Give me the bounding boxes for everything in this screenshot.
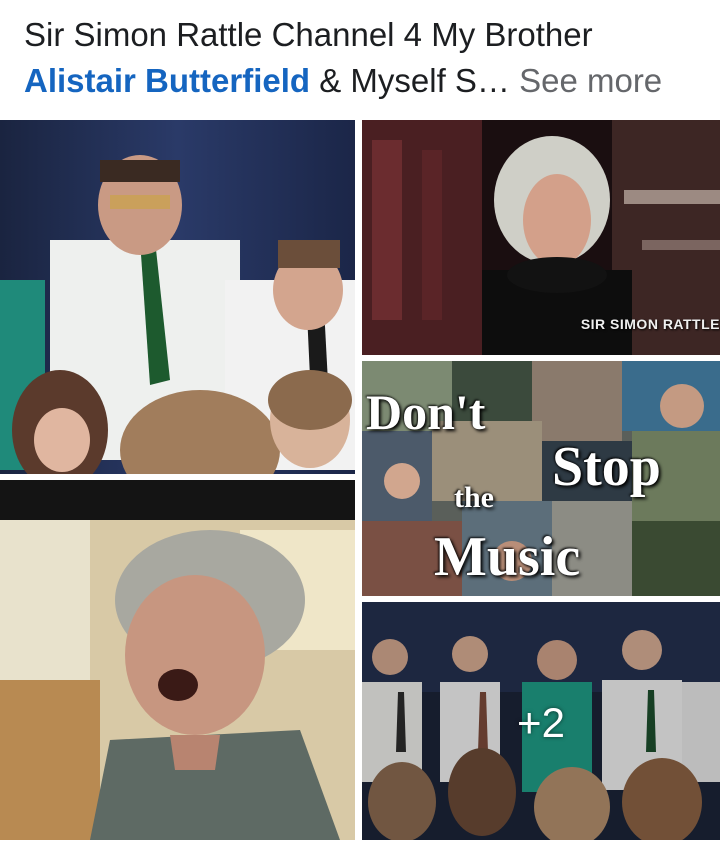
- conductor-name-caption: SIR SIMON RATTLE: [580, 316, 720, 332]
- title-word-dont: Don't: [366, 384, 486, 440]
- post-text: Sir Simon Rattle Channel 4 My Brother Al…: [24, 12, 714, 104]
- see-more-link[interactable]: See more: [519, 62, 662, 99]
- more-photos-overlay[interactable]: +2: [362, 602, 720, 840]
- photo-choir-group[interactable]: +2: [362, 602, 720, 840]
- post-text-line-1: Sir Simon Rattle Channel 4 My Brother: [24, 16, 593, 53]
- choir-singers-image: [0, 120, 355, 474]
- conductor-closeup-image: [0, 480, 355, 840]
- photo-title-card[interactable]: Don't Stop the Music: [362, 361, 720, 596]
- more-photos-count: +2: [517, 699, 565, 746]
- photo-conductor-closeup[interactable]: [0, 480, 355, 840]
- post-text-line-2: Alistair Butterfield & Myself S… See mor…: [24, 58, 714, 104]
- tagged-person-link[interactable]: Alistair Butterfield: [24, 62, 310, 99]
- title-word-stop: Stop: [552, 436, 661, 498]
- photo-choir-singers[interactable]: [0, 120, 355, 474]
- post-text-continuation: & Myself S…: [310, 62, 510, 99]
- title-word-music: Music: [434, 526, 581, 588]
- photo-conductor-interview[interactable]: SIR SIMON RATTLE: [362, 120, 720, 355]
- title-word-the: the: [454, 481, 494, 514]
